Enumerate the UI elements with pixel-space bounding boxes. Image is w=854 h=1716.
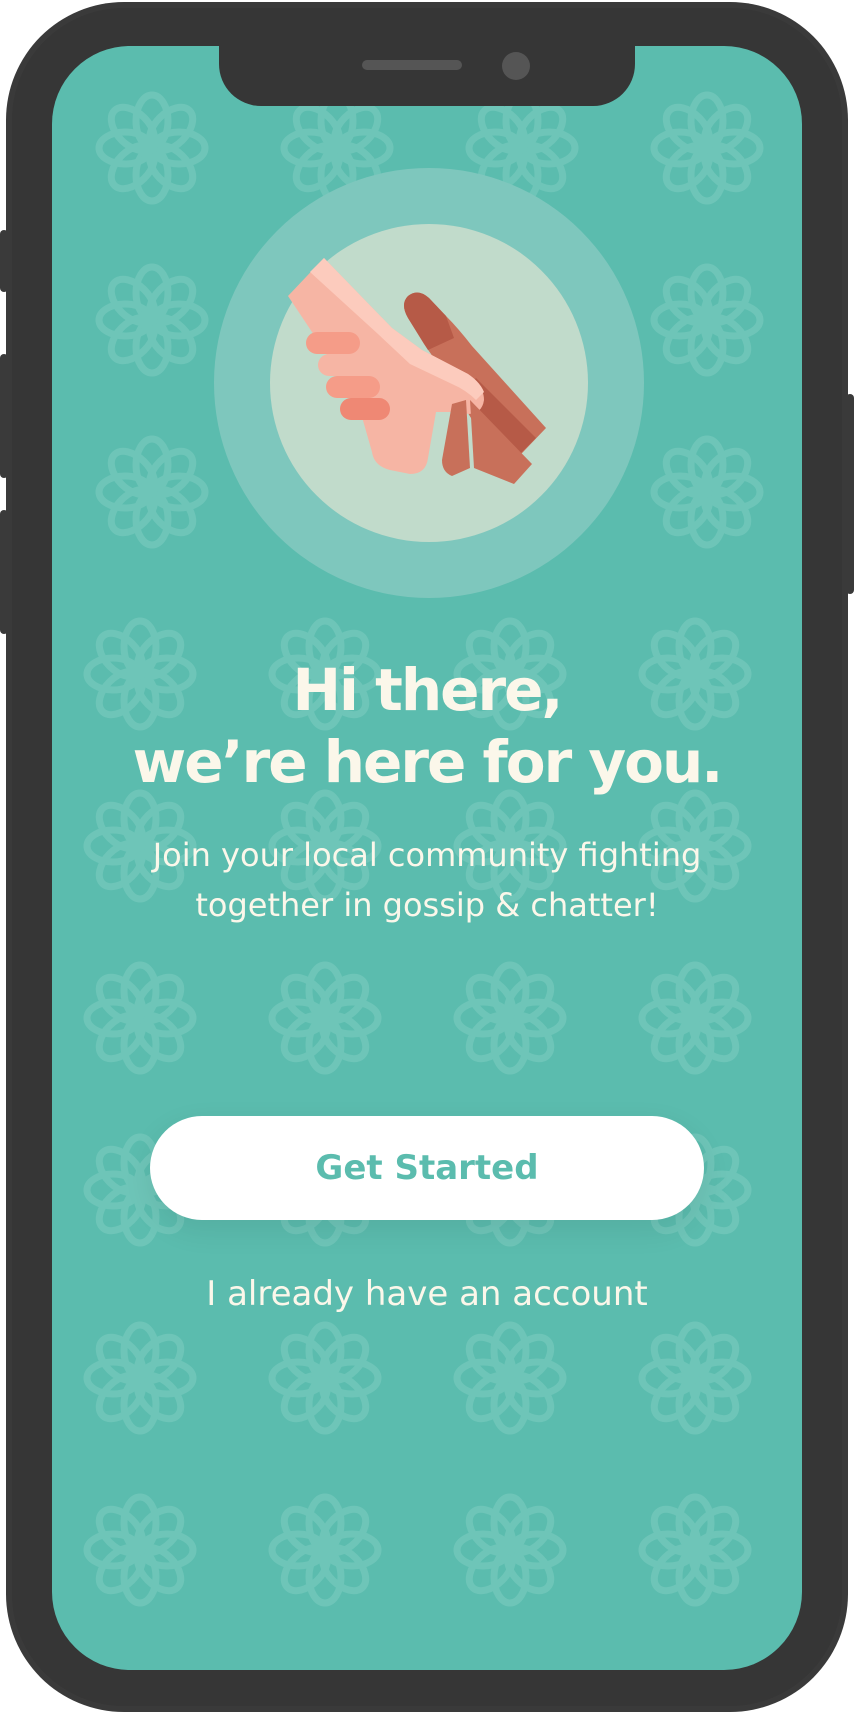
volume-up-button [0,354,8,478]
get-started-button[interactable]: Get Started [150,1116,704,1220]
welcome-subtitle: Join your local community fighting toget… [52,830,802,930]
volume-down-button [0,510,8,634]
existing-account-link[interactable]: I already have an account [52,1270,802,1318]
speaker-grille [362,60,462,70]
subtitle-line-1: Join your local community fighting [152,836,702,874]
phone-notch [219,46,635,106]
title-line-1: Hi there, [292,656,564,724]
welcome-title: Hi there, we’re here for you. [52,654,802,798]
power-button [846,394,854,594]
helping-hands-icon [214,168,644,598]
subtitle-line-2: together in gossip & chatter! [195,886,659,924]
silent-switch [0,230,8,292]
title-line-2: we’re here for you. [132,728,724,796]
front-camera [502,52,530,80]
app-screen: Hi there, we’re here for you. Join your … [52,46,802,1670]
